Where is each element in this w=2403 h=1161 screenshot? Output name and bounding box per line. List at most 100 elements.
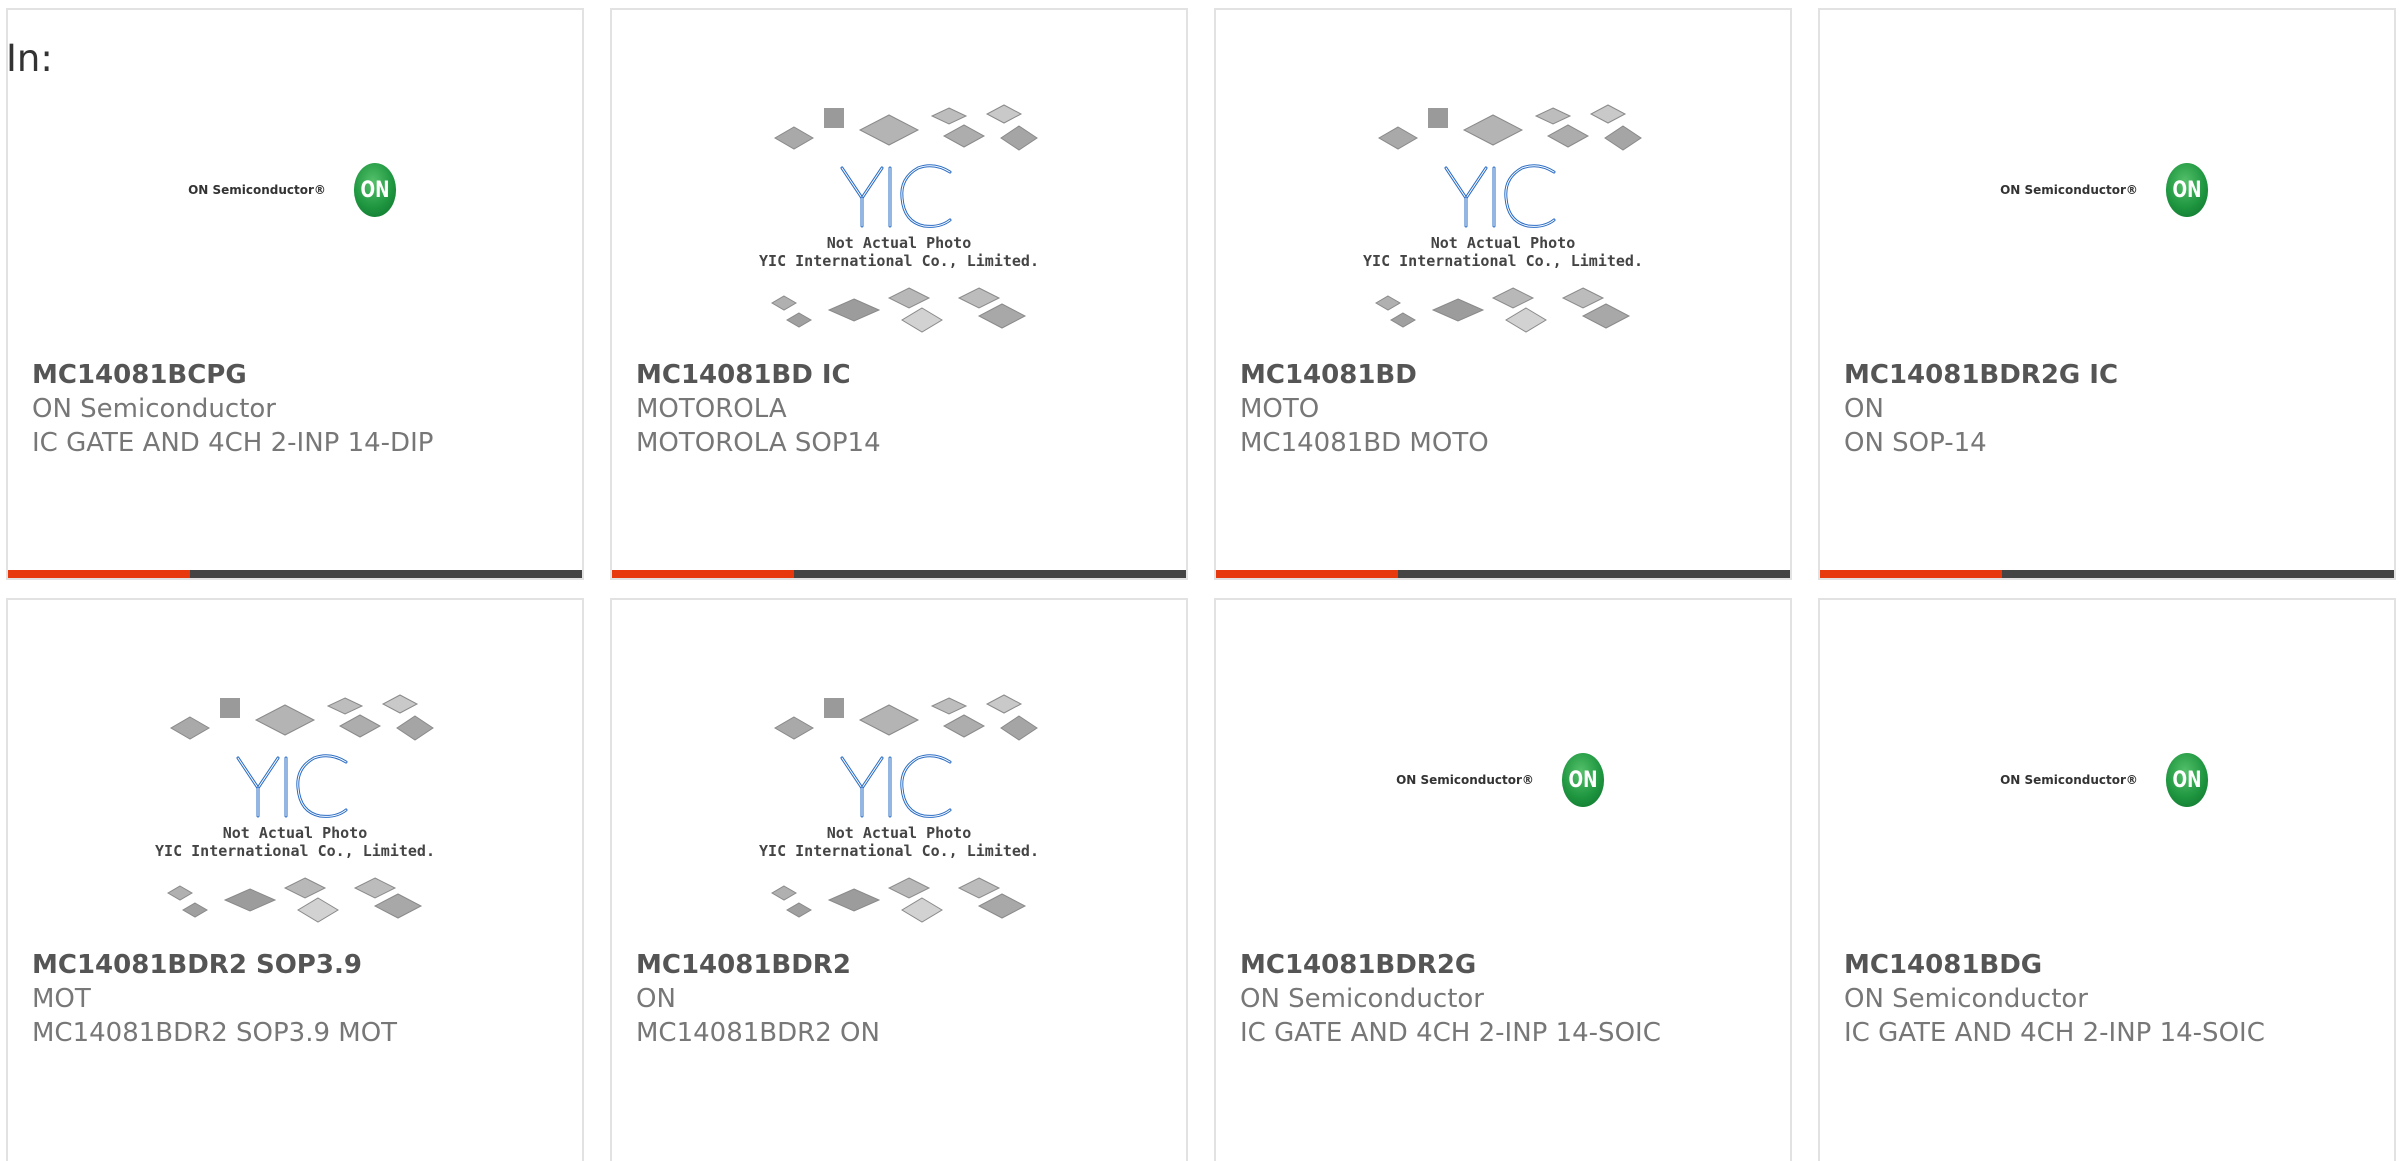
product-card[interactable]: ON Semiconductor® ON MC14081BDG ON Semic…	[1818, 598, 2396, 1161]
chip-sketches-icon	[167, 694, 434, 923]
product-grid-page: In: ON Semiconductor® ON MC14081BCPG ON …	[0, 0, 2403, 1161]
yic-company-label: YIC International Co., Limited.	[759, 842, 1039, 860]
yic-placeholder-image: Not Actual Photo YIC International Co., L…	[150, 688, 440, 946]
yic-logo-icon	[236, 754, 348, 818]
part-number-link[interactable]: MC14081BDG	[1844, 948, 2382, 982]
product-image[interactable]: Not Actual Photo YIC International Co., L…	[1216, 98, 1790, 356]
chip-icon	[901, 307, 943, 333]
chip-icon	[887, 287, 931, 309]
product-card[interactable]: Not Actual Photo YIC International Co., L…	[6, 598, 584, 1161]
part-number-link[interactable]: MC14081BDR2G IC	[1844, 358, 2382, 392]
chip-icon	[353, 877, 397, 899]
chip-icon	[887, 877, 931, 899]
product-image[interactable]: Not Actual Photo YIC International Co., L…	[8, 688, 582, 946]
yic-logo-icon	[1444, 164, 1556, 228]
product-card[interactable]: Not Actual Photo YIC International Co., L…	[610, 8, 1188, 580]
chip-icon	[338, 714, 382, 738]
product-image[interactable]: ON Semiconductor® ON	[1820, 150, 2394, 230]
product-description: MC14081BDR2 SOP3.9 MOT	[32, 1018, 398, 1048]
chip-icon	[1491, 287, 1535, 309]
product-description: IC GATE AND 4CH 2-INP 14-DIP	[32, 428, 434, 458]
chip-icon	[942, 124, 986, 148]
card-bottom-bar	[612, 570, 1186, 578]
manufacturer-name: ON Semiconductor	[32, 394, 276, 424]
chip-icon	[1581, 303, 1631, 329]
card-bottom-bar	[8, 570, 582, 578]
chip-icon	[373, 893, 423, 919]
chip-icon	[170, 716, 210, 740]
chip-icon	[1390, 312, 1416, 328]
product-card[interactable]: ON Semiconductor® ON MC14081BCPG ON Semi…	[6, 8, 584, 580]
not-actual-photo-label: Not Actual Photo	[1430, 234, 1576, 252]
chip-icon	[1000, 715, 1038, 741]
product-image[interactable]: ON Semiconductor® ON	[1216, 740, 1790, 820]
yic-placeholder-image: Not Actual Photo YIC International Co., L…	[1358, 98, 1648, 356]
manufacturer-name: ON	[1844, 394, 1884, 424]
part-number-link[interactable]: MC14081BDR2	[636, 948, 1174, 982]
chip-icon	[1428, 108, 1448, 128]
chip-icon	[1534, 107, 1572, 125]
manufacturer-name: MOTOROLA	[636, 394, 787, 424]
on-semiconductor-logo: ON Semiconductor® ON	[1396, 753, 1610, 807]
chip-sketches-icon	[771, 694, 1038, 923]
chip-icon	[774, 126, 814, 150]
chip-icon	[985, 104, 1023, 124]
chip-icon	[930, 697, 968, 715]
chip-icon	[824, 108, 844, 128]
chip-icon	[977, 893, 1027, 919]
on-semiconductor-logo: ON Semiconductor® ON	[2000, 163, 2214, 217]
product-image[interactable]: Not Actual Photo YIC International Co., L…	[612, 98, 1186, 356]
chip-icon	[786, 902, 812, 918]
manufacturer-name: MOT	[32, 984, 91, 1014]
part-number-link[interactable]: MC14081BDR2G	[1240, 948, 1778, 982]
on-semiconductor-logo: ON Semiconductor® ON	[2000, 753, 2214, 807]
part-number-link[interactable]: MC14081BD IC	[636, 358, 1174, 392]
chip-icon	[297, 897, 339, 923]
chip-icon	[283, 877, 327, 899]
yic-company-label: YIC International Co., Limited.	[155, 842, 435, 860]
product-card[interactable]: Not Actual Photo YIC International Co., L…	[610, 598, 1188, 1161]
chip-icon	[827, 888, 881, 912]
manufacturer-name: ON Semiconductor	[1240, 984, 1484, 1014]
part-number-link[interactable]: MC14081BCPG	[32, 358, 570, 392]
chip-icon	[901, 897, 943, 923]
chip-icon	[774, 716, 814, 740]
product-card[interactable]: ON Semiconductor® ON MC14081BDR2G IC ON …	[1818, 8, 2396, 580]
chip-icon	[1375, 295, 1401, 311]
yic-logo-icon	[840, 754, 952, 818]
product-description: IC GATE AND 4CH 2-INP 14-SOIC	[1240, 1018, 1661, 1048]
yic-placeholder-image: Not Actual Photo YIC International Co., L…	[754, 688, 1044, 946]
not-actual-photo-label: Not Actual Photo	[222, 824, 368, 842]
manufacturer-name: MOTO	[1240, 394, 1320, 424]
chip-icon	[827, 298, 881, 322]
chip-icon	[824, 698, 844, 718]
yic-caption: Not Actual Photo YIC International Co., L…	[1358, 234, 1648, 270]
chip-icon	[1462, 114, 1524, 146]
chip-icon	[957, 877, 1001, 899]
chip-icon	[1546, 124, 1590, 148]
chip-icon	[771, 295, 797, 311]
product-image[interactable]: Not Actual Photo YIC International Co., L…	[612, 688, 1186, 946]
yic-caption: Not Actual Photo YIC International Co., L…	[150, 824, 440, 860]
product-image[interactable]: ON Semiconductor® ON	[1820, 740, 2394, 820]
not-actual-photo-label: Not Actual Photo	[826, 824, 972, 842]
chip-icon	[786, 312, 812, 328]
product-card[interactable]: ON Semiconductor® ON MC14081BDR2G ON Sem…	[1214, 598, 1792, 1161]
part-number-link[interactable]: MC14081BDR2 SOP3.9	[32, 948, 570, 982]
manufacturer-name: ON Semiconductor	[1844, 984, 2088, 1014]
product-description: ON SOP-14	[1844, 428, 1987, 458]
not-actual-photo-label: Not Actual Photo	[826, 234, 972, 252]
on-semiconductor-logo: ON Semiconductor® ON	[188, 163, 402, 217]
product-card[interactable]: Not Actual Photo YIC International Co., L…	[1214, 8, 1792, 580]
chip-icon	[957, 287, 1001, 309]
chip-icon	[1000, 125, 1038, 151]
chip-icon	[1604, 125, 1642, 151]
yic-logo-icon	[840, 164, 952, 228]
product-image[interactable]: ON Semiconductor® ON	[8, 150, 582, 230]
card-bottom-bar	[1216, 570, 1790, 578]
product-description: MC14081BD MOTO	[1240, 428, 1489, 458]
chip-icon	[396, 715, 434, 741]
yic-company-label: YIC International Co., Limited.	[1363, 252, 1643, 270]
chip-icon	[930, 107, 968, 125]
part-number-link[interactable]: MC14081BD	[1240, 358, 1778, 392]
